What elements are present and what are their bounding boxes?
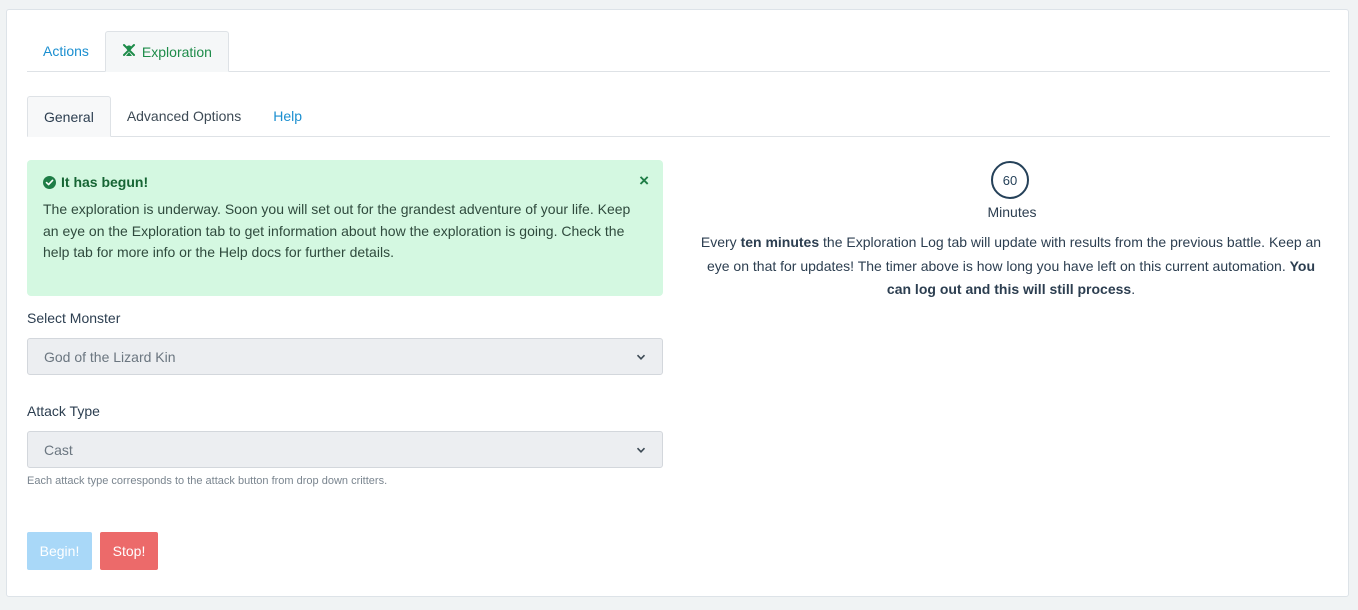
tab-advanced-options[interactable]: Advanced Options [111, 96, 257, 136]
alert-title: It has begun! [61, 174, 149, 190]
desc-text-1: Every [700, 234, 741, 250]
tab-exploration-label: Exploration [141, 43, 212, 60]
chevron-down-icon [636, 442, 646, 458]
sub-tabs: General Advanced Options Help [27, 95, 1330, 137]
tab-help-label: Help [273, 108, 303, 124]
desc-text-3: . [1131, 281, 1136, 297]
monster-select[interactable]: God of the Lizard Kin [27, 338, 663, 375]
success-alert: It has begun! × The exploration is under… [27, 160, 663, 296]
tab-actions-label: Actions [43, 43, 89, 59]
timer-circle: 60 [991, 161, 1029, 199]
tab-general[interactable]: General [27, 96, 111, 137]
main-tabs: Actions Exploration [27, 30, 1330, 72]
stop-button[interactable]: Stop! [100, 532, 158, 570]
alert-header: It has begun! [43, 174, 647, 190]
explore-icon [122, 43, 136, 60]
begin-button[interactable]: Begin! [27, 532, 92, 570]
select-monster-label: Select Monster [27, 310, 121, 326]
attack-type-select[interactable]: Cast [27, 431, 663, 468]
desc-bold-1: ten minutes [740, 234, 820, 250]
tab-general-label: General [44, 108, 94, 125]
monster-select-value: God of the Lizard Kin [44, 348, 176, 365]
tab-advanced-options-label: Advanced Options [126, 108, 242, 124]
close-icon[interactable]: × [639, 172, 649, 190]
exploration-description: Every ten minutes the Exploration Log ta… [693, 231, 1329, 302]
attack-type-label: Attack Type [27, 403, 100, 419]
tab-exploration[interactable]: Exploration [104, 31, 229, 72]
check-circle-icon [43, 175, 56, 189]
timer-value: 60 [1002, 172, 1018, 188]
timer-unit: Minutes [987, 204, 1037, 220]
alert-message: The exploration is underway. Soon you wi… [43, 201, 631, 260]
attack-type-help: Each attack type corresponds to the atta… [27, 475, 388, 487]
tab-actions[interactable]: Actions [27, 31, 105, 71]
exploration-card: Actions Exploration General Advanced Opt… [6, 9, 1349, 597]
attack-type-select-value: Cast [44, 441, 73, 458]
tab-help[interactable]: Help [257, 96, 318, 136]
chevron-down-icon [636, 349, 646, 365]
